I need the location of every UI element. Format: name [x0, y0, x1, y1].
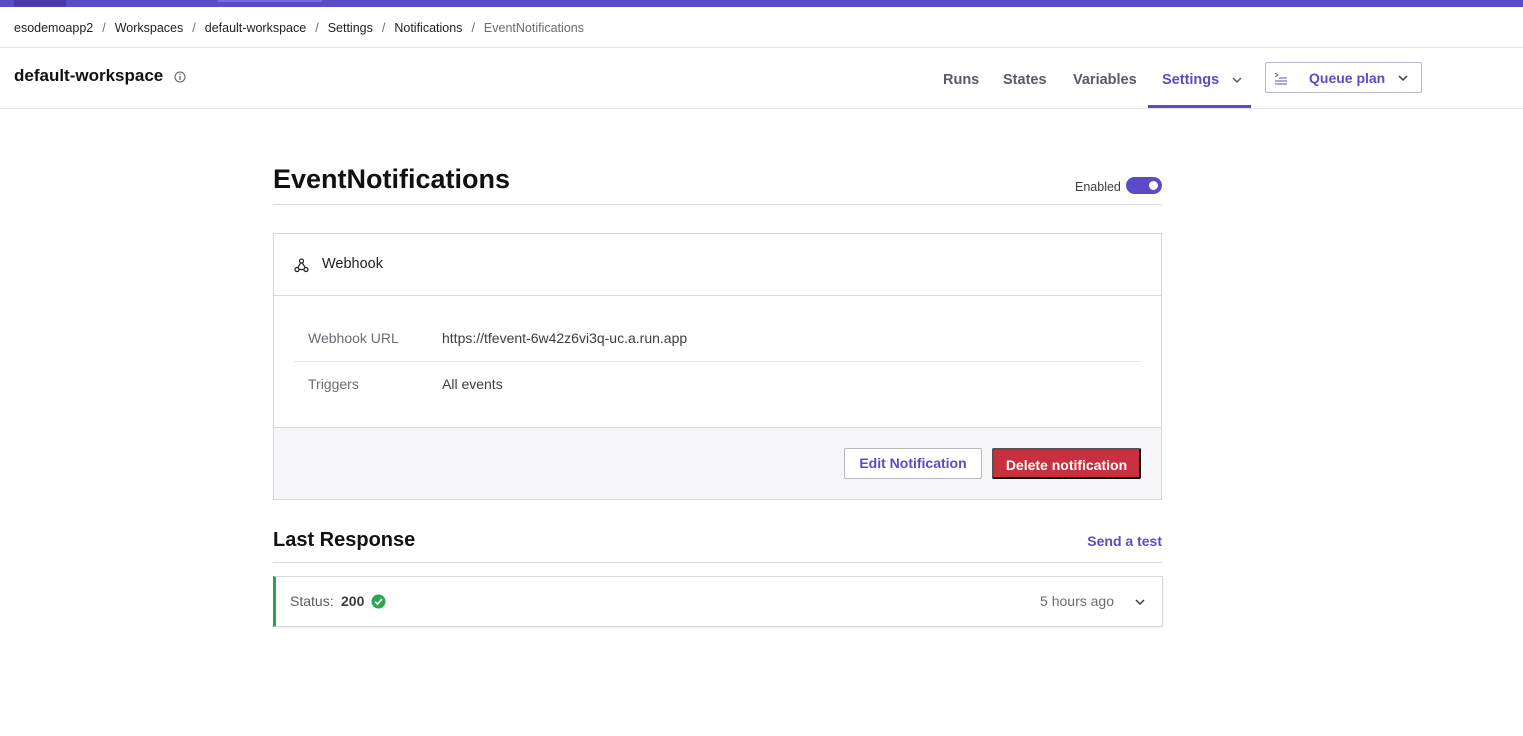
edit-notification-button[interactable]: Edit Notification [844, 448, 982, 479]
toggle-knob [1149, 181, 1158, 190]
breadcrumb-separator: / [315, 21, 319, 35]
notification-type-label: Webhook [322, 256, 383, 272]
queue-plan-button[interactable]: Queue plan [1265, 62, 1422, 93]
card-footer: Edit Notification Delete notification [274, 427, 1161, 499]
tab-variables-label: Variables [1073, 72, 1137, 88]
last-response-title: Last Response [273, 529, 416, 551]
status-code: 200 [341, 593, 365, 609]
field-value: https://tfevent-6w42z6vi3q-uc.a.run.app [442, 330, 688, 346]
top-bar-segment [14, 0, 66, 7]
breadcrumb-separator: / [381, 21, 386, 35]
top-accent-bar [0, 0, 1523, 7]
last-response-row[interactable]: Status: 200 5 hours ago [273, 576, 1163, 627]
queue-plan-label: Queue plan [1309, 70, 1386, 86]
breadcrumb-item-settings[interactable]: Settings [328, 21, 373, 35]
breadcrumb: esodemoapp2 / Workspaces / default-works… [14, 19, 584, 37]
chevron-down-icon [1398, 75, 1408, 82]
info-circle-icon[interactable] [174, 71, 186, 83]
breadcrumb-item-workspace[interactable]: default-workspace [205, 21, 306, 35]
delete-notification-button[interactable]: Delete notification [992, 448, 1141, 479]
notification-card: Webhook Webhook URL https://tfevent-6w42… [273, 233, 1162, 500]
field-row-triggers: Triggers All events [294, 362, 1141, 408]
breadcrumb-separator: / [471, 21, 475, 35]
enabled-toggle[interactable] [1126, 177, 1162, 194]
field-row-webhook-url: Webhook URL https://tfevent-6w42z6vi3q-u… [294, 316, 1141, 362]
divider [273, 562, 1162, 563]
enabled-label: Enabled [1075, 180, 1121, 194]
divider [0, 108, 1523, 109]
card-header: Webhook [274, 234, 1161, 296]
chevron-down-icon [1232, 77, 1242, 84]
breadcrumb-current: EventNotifications [483, 21, 584, 35]
breadcrumb-item-workspaces[interactable]: Workspaces [115, 21, 184, 35]
page-title: EventNotifications [273, 164, 511, 194]
top-bar-segment [218, 0, 322, 2]
chevron-down-icon [1135, 599, 1145, 606]
tab-states-label: States [1003, 72, 1047, 88]
response-timestamp: 5 hours ago [1040, 593, 1114, 609]
field-key: Webhook URL [308, 330, 399, 346]
divider [273, 204, 1162, 205]
field-key: Triggers [308, 376, 359, 392]
breadcrumb-separator: / [102, 21, 106, 35]
send-test-link[interactable]: Send a test [1087, 533, 1162, 549]
tab-variables[interactable]: Variables [1073, 52, 1137, 108]
terminal-lines-icon [1274, 72, 1287, 85]
tab-runs-label: Runs [943, 72, 980, 88]
workspace-title: default-workspace [14, 66, 164, 85]
divider [0, 47, 1523, 48]
tab-states[interactable]: States [1003, 52, 1047, 108]
breadcrumb-separator: / [192, 21, 196, 35]
check-circle-icon [371, 594, 386, 609]
field-value: All events [442, 376, 503, 392]
webhook-icon [294, 258, 309, 273]
breadcrumb-item-notifications[interactable]: Notifications [394, 21, 462, 35]
tab-runs[interactable]: Runs [943, 52, 979, 108]
breadcrumb-item-org[interactable]: esodemoapp2 [14, 21, 93, 35]
status-label: Status: [290, 593, 334, 609]
tab-settings-label: Settings [1162, 72, 1220, 88]
tab-settings[interactable]: Settings [1162, 52, 1243, 108]
